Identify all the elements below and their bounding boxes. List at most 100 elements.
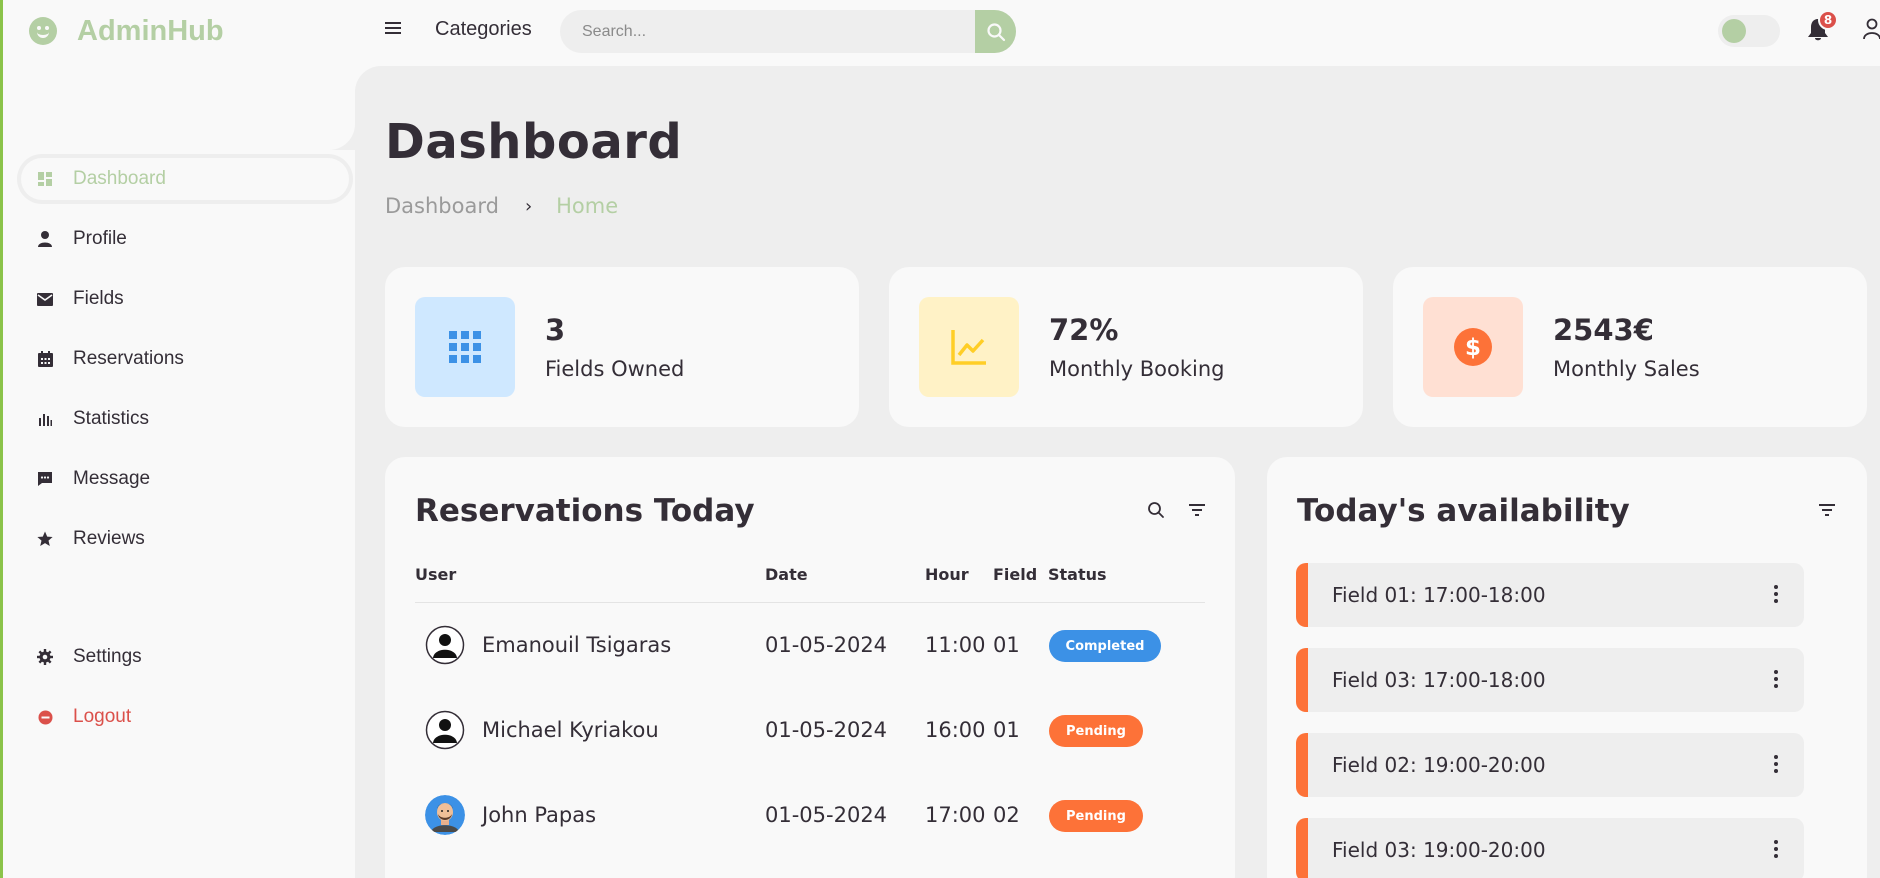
sidebar-item-dashboard[interactable]: Dashboard xyxy=(17,154,353,204)
more-vertical-icon[interactable] xyxy=(1774,840,1778,858)
brand-name: AdminHub xyxy=(77,14,224,47)
breadcrumb-item-active[interactable]: Home xyxy=(556,194,618,218)
sidebar-item-label: Dashboard xyxy=(73,168,166,189)
filter-icon[interactable] xyxy=(1189,504,1205,516)
avatar xyxy=(425,710,465,750)
menu-icon[interactable] xyxy=(385,22,401,34)
svg-text:$: $ xyxy=(1465,335,1481,361)
column-header-date: Date xyxy=(765,565,808,584)
row-hour: 17:00 xyxy=(925,803,986,827)
sidebar-curve xyxy=(305,66,355,150)
star-icon xyxy=(37,531,53,547)
stat-icon-box xyxy=(415,297,515,397)
column-header-field: Field xyxy=(993,565,1038,584)
sidebar-item-label: Message xyxy=(73,468,151,489)
sidebar-item-profile[interactable]: Profile xyxy=(17,214,353,264)
filter-icon[interactable] xyxy=(1819,504,1835,516)
availability-item[interactable]: Field 03: 19:00-20:00 xyxy=(1296,818,1804,878)
panel-title: Reservations Today xyxy=(415,493,755,529)
sidebar-item-label: Fields xyxy=(73,288,124,309)
sidebar-item-label: Profile xyxy=(73,228,127,249)
sidebar-item-reviews[interactable]: Reviews xyxy=(17,514,353,564)
row-date: 01-05-2024 xyxy=(765,718,888,742)
table-row[interactable]: Michael Kyriakou 01-05-2024 16:00 01 Pen… xyxy=(385,700,1205,760)
sidebar-bottom-menu: Settings Logout xyxy=(17,632,353,752)
row-date: 01-05-2024 xyxy=(765,633,888,657)
stat-card-booking: 72% Monthly Booking xyxy=(889,267,1363,427)
search-icon[interactable] xyxy=(1147,501,1165,519)
dollar-icon: $ xyxy=(1454,328,1492,366)
sidebar-item-label: Reservations xyxy=(73,348,184,369)
user-name: Emanouil Tsigaras xyxy=(482,633,672,657)
sidebar-item-logout[interactable]: Logout xyxy=(17,692,353,742)
stat-card-fields: 3 Fields Owned xyxy=(385,267,859,427)
chevron-right-icon: › xyxy=(524,195,533,217)
stat-label: Fields Owned xyxy=(545,357,685,381)
stat-label: Monthly Booking xyxy=(1049,357,1225,381)
search-form xyxy=(560,10,1016,53)
avatar xyxy=(425,625,465,665)
line-chart-icon xyxy=(951,330,986,365)
message-icon xyxy=(37,471,53,487)
availability-text: Field 03: 19:00-20:00 xyxy=(1332,838,1546,862)
row-field: 02 xyxy=(993,803,1020,827)
profile-link[interactable] xyxy=(1863,18,1880,42)
sidebar-item-label: Statistics xyxy=(73,408,150,429)
column-header-status: Status xyxy=(1048,565,1107,584)
search-input[interactable] xyxy=(560,10,975,53)
grid-icon xyxy=(449,331,481,363)
more-vertical-icon[interactable] xyxy=(1774,585,1778,603)
table-divider xyxy=(415,602,1205,603)
row-hour: 11:00 xyxy=(925,633,986,657)
row-field: 01 xyxy=(993,633,1020,657)
sidebar-item-statistics[interactable]: Statistics xyxy=(17,394,353,444)
table-row[interactable]: Emanouil Tsigaras 01-05-2024 11:00 01 Co… xyxy=(385,615,1205,675)
sidebar-item-label: Logout xyxy=(73,706,132,727)
panel-title: Today's availability xyxy=(1297,493,1630,529)
sidebar-menu: Dashboard Profile Fields Reservations St… xyxy=(17,154,353,574)
breadcrumb-item[interactable]: Dashboard xyxy=(385,194,499,218)
stat-icon-box xyxy=(919,297,1019,397)
search-button[interactable] xyxy=(975,10,1016,53)
availability-text: Field 02: 19:00-20:00 xyxy=(1332,753,1546,777)
sidebar-item-label: Settings xyxy=(73,646,142,667)
dashboard-icon xyxy=(37,171,53,187)
gear-icon xyxy=(37,649,53,665)
stat-card-sales: $ 2543€ Monthly Sales xyxy=(1393,267,1867,427)
stat-icon-box: $ xyxy=(1423,297,1523,397)
brand[interactable]: AdminHub xyxy=(29,14,224,48)
smile-icon xyxy=(29,17,57,45)
theme-toggle[interactable] xyxy=(1718,15,1780,47)
logout-icon xyxy=(37,709,53,725)
bar-chart-icon xyxy=(37,411,53,427)
availability-item[interactable]: Field 02: 19:00-20:00 xyxy=(1296,733,1804,797)
sidebar-item-message[interactable]: Message xyxy=(17,454,353,504)
column-header-user: User xyxy=(415,565,457,584)
calendar-icon xyxy=(37,351,53,367)
availability-item[interactable]: Field 03: 17:00-18:00 xyxy=(1296,648,1804,712)
sidebar-item-fields[interactable]: Fields xyxy=(17,274,353,324)
user-icon xyxy=(37,231,53,247)
table-row[interactable]: John Papas 01-05-2024 17:00 02 Pending xyxy=(385,785,1205,845)
row-field: 01 xyxy=(993,718,1020,742)
more-vertical-icon[interactable] xyxy=(1774,670,1778,688)
sidebar-item-settings[interactable]: Settings xyxy=(17,632,353,682)
stat-value: 72% xyxy=(1049,313,1119,347)
user-icon xyxy=(1863,18,1880,40)
categories-link[interactable]: Categories xyxy=(435,18,532,41)
status-badge: Pending xyxy=(1049,800,1143,832)
sidebar: AdminHub Dashboard Profile Fields Reserv… xyxy=(3,0,355,878)
row-hour: 16:00 xyxy=(925,718,986,742)
row-date: 01-05-2024 xyxy=(765,803,888,827)
page-title: Dashboard xyxy=(385,114,683,170)
stat-value: 3 xyxy=(545,313,566,347)
user-name: Michael Kyriakou xyxy=(482,718,659,742)
more-vertical-icon[interactable] xyxy=(1774,755,1778,773)
sidebar-item-label: Reviews xyxy=(73,528,145,549)
envelope-icon xyxy=(37,291,53,307)
search-icon xyxy=(986,22,1005,41)
stat-value: 2543€ xyxy=(1553,313,1654,347)
sidebar-item-reservations[interactable]: Reservations xyxy=(17,334,353,384)
availability-item[interactable]: Field 01: 17:00-18:00 xyxy=(1296,563,1804,627)
availability-text: Field 03: 17:00-18:00 xyxy=(1332,668,1546,692)
